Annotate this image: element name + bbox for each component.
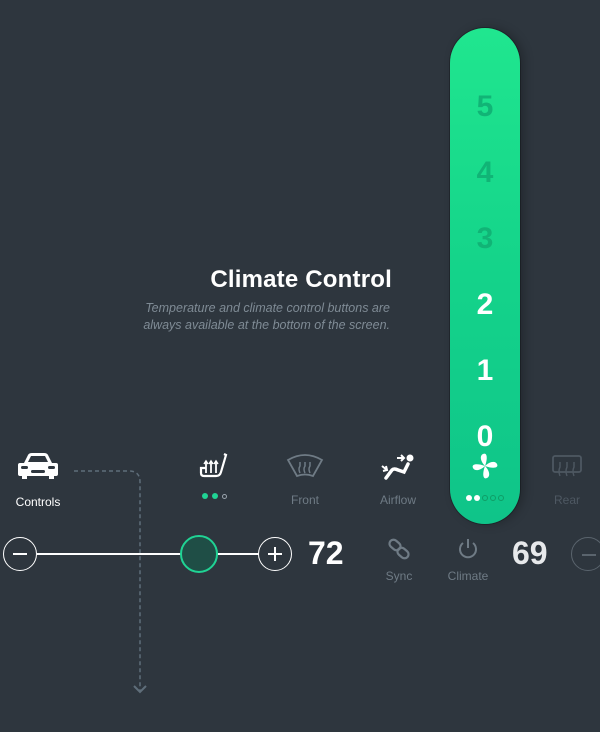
page-dot-on	[466, 495, 472, 501]
nav-front-defrost[interactable]: Front	[278, 452, 332, 507]
minus-icon	[582, 554, 596, 556]
nav-front-label: Front	[290, 493, 319, 507]
nav-rear-label: Rear	[553, 493, 580, 507]
dashed-connector-arrow	[74, 470, 147, 694]
sync-button[interactable]: Sync	[378, 538, 420, 583]
climate-power-button[interactable]: Climate	[440, 538, 496, 583]
minus-icon	[13, 553, 27, 555]
subtitle-line-1: Temperature and climate control buttons …	[145, 301, 390, 315]
seat-dot-on	[201, 493, 208, 499]
fan-page-dots	[450, 495, 520, 501]
page-dot-off	[498, 495, 504, 501]
nav-airflow[interactable]: Airflow	[370, 452, 426, 507]
temperature-slider-track[interactable]	[37, 553, 259, 555]
fan-level-0[interactable]: 0	[450, 420, 520, 454]
seat-heater-icon	[199, 453, 228, 478]
page-dot-off	[482, 495, 488, 501]
subtitle-line-2: always available at the bottom of the sc…	[143, 318, 390, 332]
driver-temperature: 72	[308, 535, 344, 571]
plus-icon-vertical	[274, 547, 276, 561]
page-dot-on	[474, 495, 480, 501]
page-title: Climate Control	[210, 266, 392, 293]
page-subtitle: Temperature and climate control buttons …	[90, 300, 390, 334]
nav-controls[interactable]: Controls	[8, 452, 68, 509]
nav-seat-heater[interactable]	[190, 452, 238, 499]
rear-defrost-icon	[552, 455, 582, 477]
temperature-decrease-button[interactable]	[3, 537, 37, 571]
passenger-temperature-decrease-button[interactable]	[571, 537, 600, 571]
power-icon	[459, 539, 477, 559]
car-icon	[18, 453, 58, 479]
seat-heat-level-dots	[190, 493, 238, 499]
temperature-increase-button[interactable]	[258, 537, 292, 571]
seat-dot-on	[211, 493, 218, 499]
sync-label: Sync	[385, 569, 413, 583]
fan-level-1[interactable]: 1	[450, 354, 520, 388]
temperature-slider-knob[interactable]	[180, 535, 218, 573]
passenger-temperature: 69	[512, 535, 548, 571]
airflow-icon	[381, 454, 414, 480]
fan-level-4[interactable]: 4	[450, 156, 520, 190]
nav-controls-label: Controls	[15, 495, 61, 509]
nav-rear-defrost[interactable]: Rear	[540, 452, 594, 507]
seat-dot-off	[221, 494, 227, 499]
front-defrost-icon	[286, 454, 324, 478]
climate-label: Climate	[447, 569, 489, 583]
page-dot-off	[490, 495, 496, 501]
fan-level-2[interactable]: 2	[450, 288, 520, 322]
fan-speed-selector[interactable]: 5 4 3 2 1 0	[450, 28, 520, 524]
fan-icon	[472, 453, 498, 479]
fan-level-5[interactable]: 5	[450, 90, 520, 124]
link-icon	[388, 538, 410, 560]
nav-airflow-label: Airflow	[379, 493, 416, 507]
fan-level-3[interactable]: 3	[450, 222, 520, 256]
